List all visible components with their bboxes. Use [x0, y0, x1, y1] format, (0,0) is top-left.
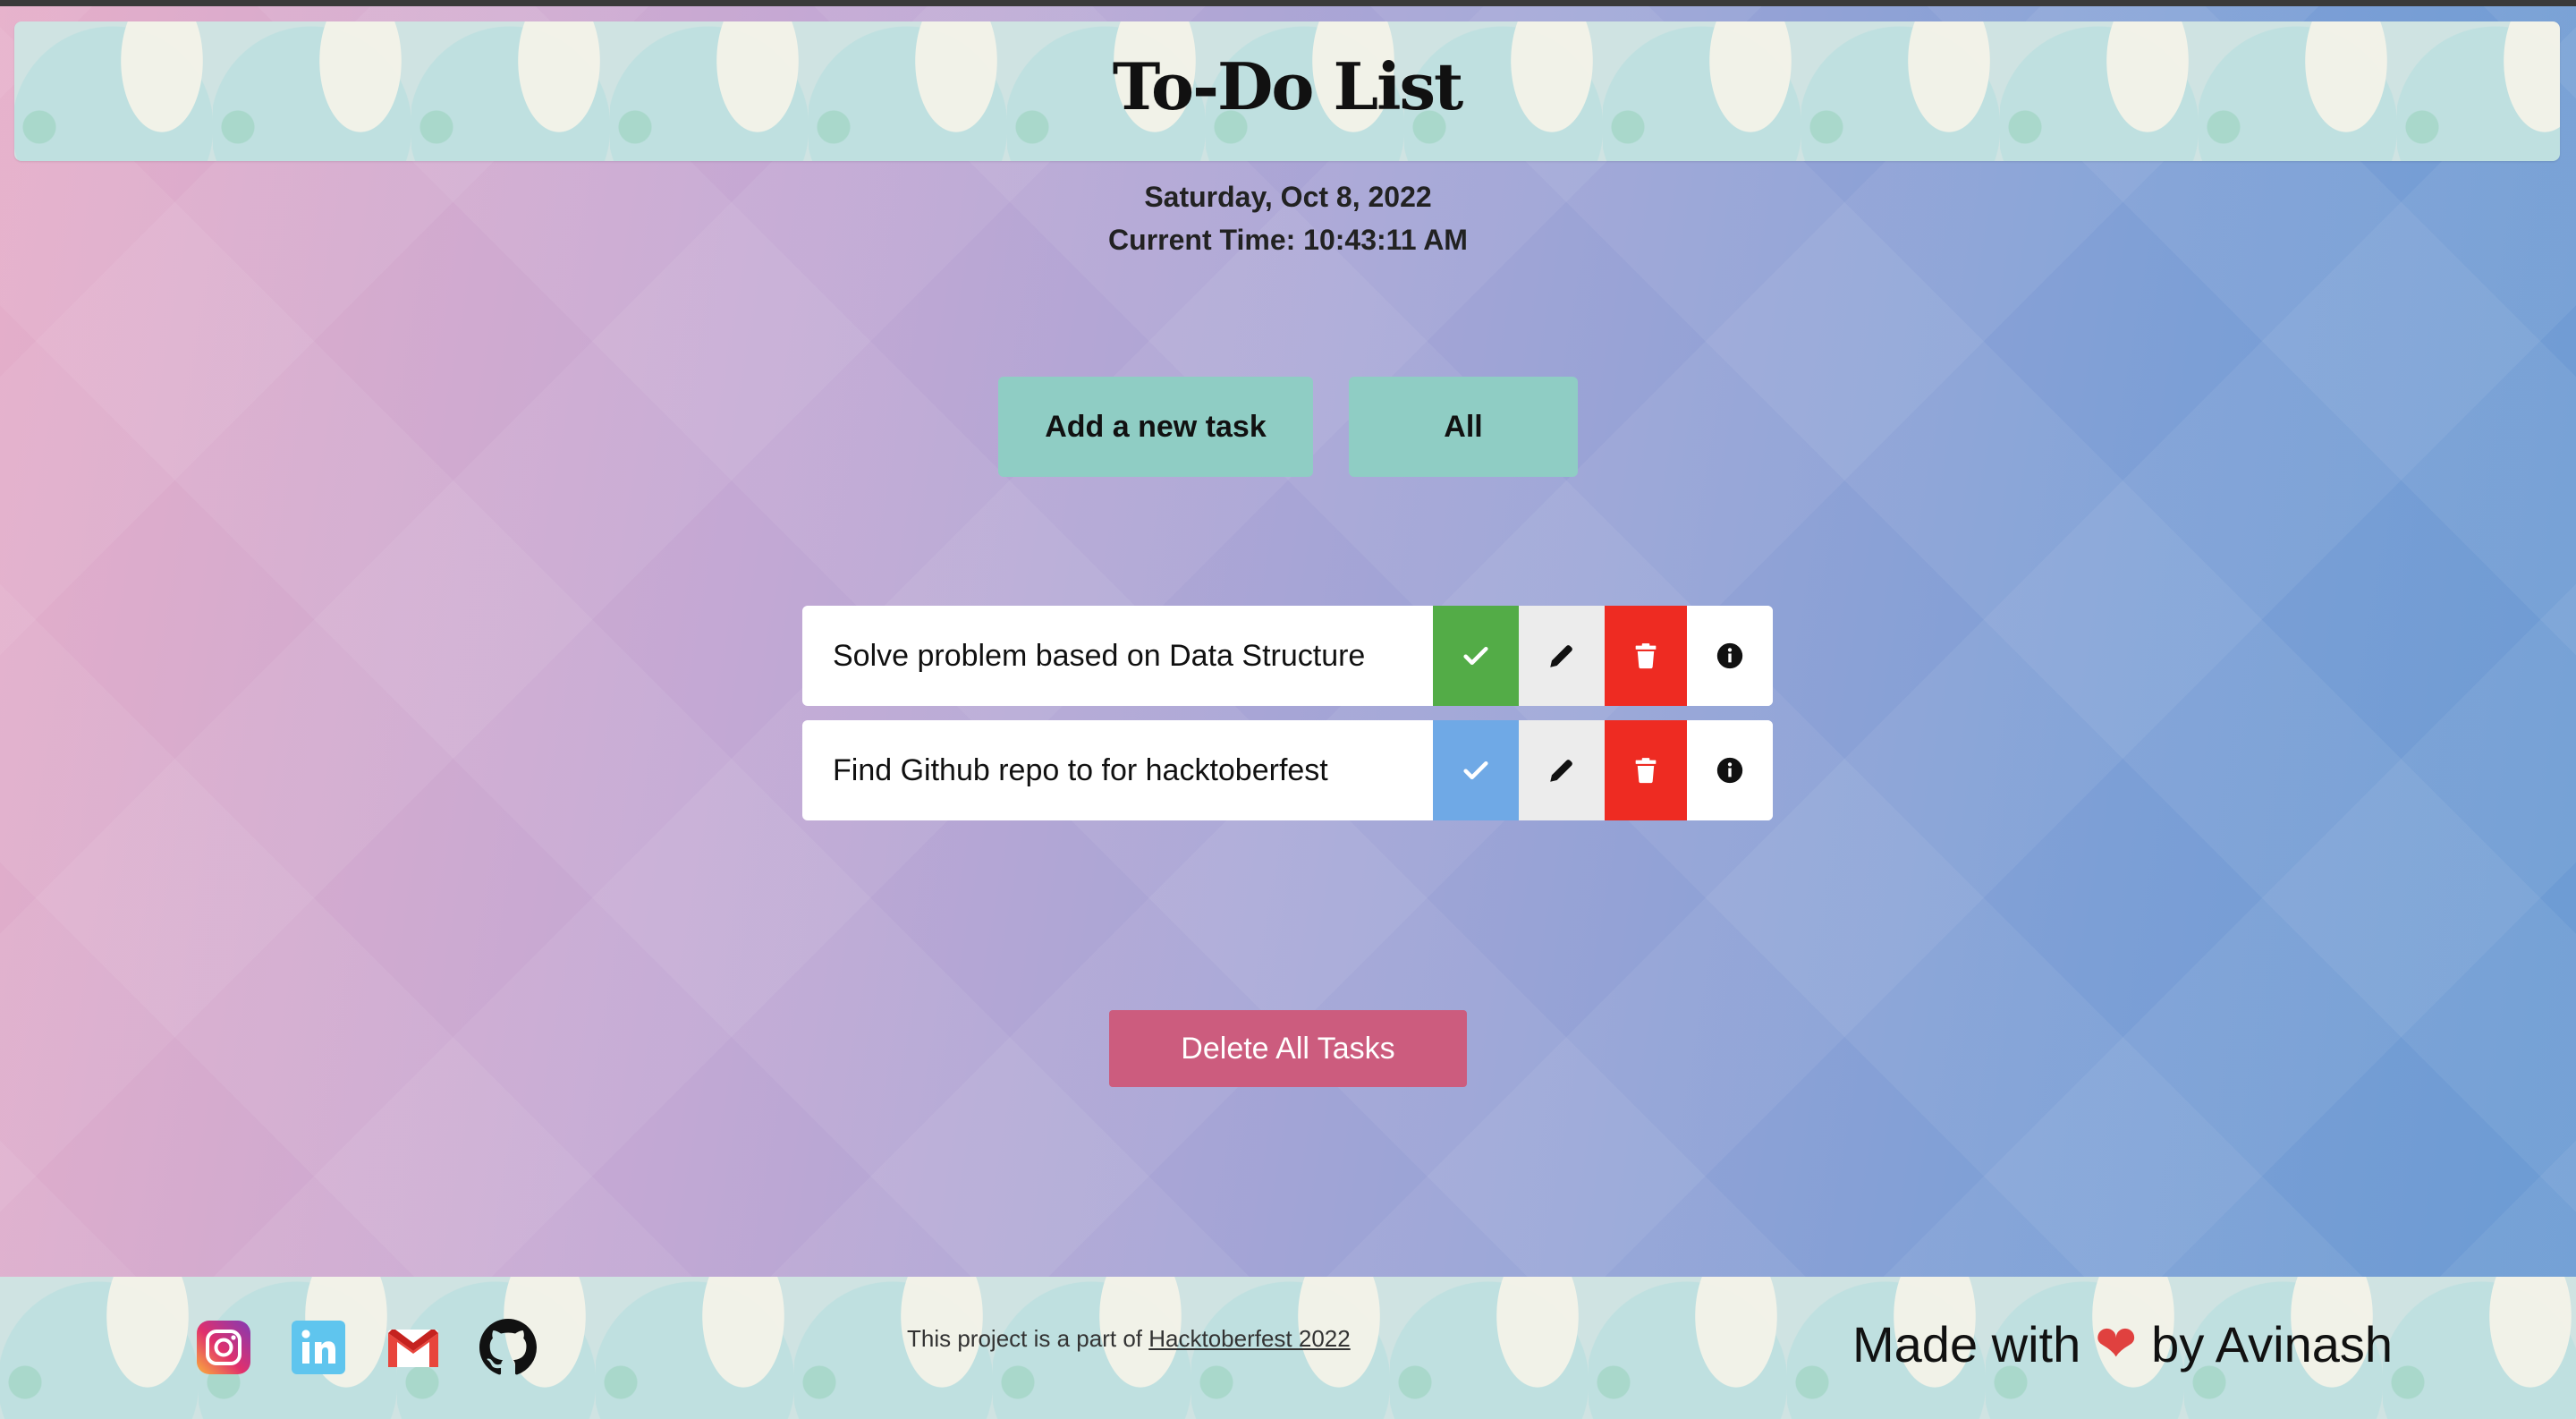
social-links — [195, 1319, 537, 1376]
linkedin-icon — [292, 1321, 345, 1374]
datetime-display: Saturday, Oct 8, 2022 Current Time: 10:4… — [0, 175, 2576, 261]
window-top-border — [0, 0, 2576, 6]
current-time: Current Time: 10:43:11 AM — [1108, 224, 1468, 256]
delete-task-button[interactable] — [1605, 720, 1687, 820]
complete-task-button[interactable] — [1433, 606, 1519, 706]
footer-note-text: This project is a part of — [907, 1325, 1142, 1352]
trash-icon — [1635, 643, 1657, 669]
github-link[interactable] — [479, 1319, 537, 1376]
page-header: To-Do List — [14, 21, 2560, 161]
current-date: Saturday, Oct 8, 2022 — [1144, 181, 1432, 213]
footer-note: This project is a part of Hacktoberfest … — [907, 1325, 1351, 1353]
github-icon — [479, 1319, 537, 1375]
linkedin-link[interactable] — [290, 1319, 347, 1376]
list-item: Solve problem based on Data Structure — [802, 606, 1773, 706]
controls-bar: Add a new task All — [0, 377, 2576, 477]
filter-dropdown[interactable]: All — [1349, 377, 1578, 477]
instagram-link[interactable] — [195, 1319, 252, 1376]
task-text: Solve problem based on Data Structure — [833, 638, 1366, 673]
delete-task-button[interactable] — [1605, 606, 1687, 706]
edit-task-button[interactable] — [1519, 606, 1605, 706]
task-info-button[interactable] — [1687, 720, 1773, 820]
hacktoberfest-link[interactable]: Hacktoberfest 2022 — [1148, 1325, 1350, 1352]
task-list: Solve problem based on Data Structure Fi… — [802, 606, 1773, 835]
gmail-link[interactable] — [385, 1319, 442, 1376]
page-title: To-Do List — [1112, 47, 1464, 124]
delete-all-tasks-button[interactable]: Delete All Tasks — [1109, 1010, 1467, 1087]
made-with-credit: Made with ❤ by Avinash — [1852, 1314, 2393, 1373]
pencil-icon — [1550, 645, 1572, 667]
check-icon — [1463, 760, 1488, 780]
info-icon — [1716, 757, 1743, 784]
pencil-icon — [1550, 760, 1572, 782]
task-text: Find Github repo to for hacktoberfest — [833, 752, 1328, 787]
made-with-text: Made with — [1852, 1315, 2081, 1372]
edit-task-button[interactable] — [1519, 720, 1605, 820]
instagram-icon — [197, 1321, 250, 1374]
add-task-button[interactable]: Add a new task — [998, 377, 1313, 477]
gmail-icon — [388, 1330, 438, 1367]
info-icon — [1716, 642, 1743, 669]
task-info-button[interactable] — [1687, 606, 1773, 706]
list-item: Find Github repo to for hacktoberfest — [802, 720, 1773, 820]
trash-icon — [1635, 758, 1657, 784]
check-icon — [1463, 646, 1488, 666]
heart-icon: ❤ — [2095, 1315, 2138, 1372]
complete-task-button[interactable] — [1433, 720, 1519, 820]
page-footer: This project is a part of Hacktoberfest … — [0, 1277, 2576, 1419]
author-text: by Avinash — [2151, 1315, 2393, 1372]
